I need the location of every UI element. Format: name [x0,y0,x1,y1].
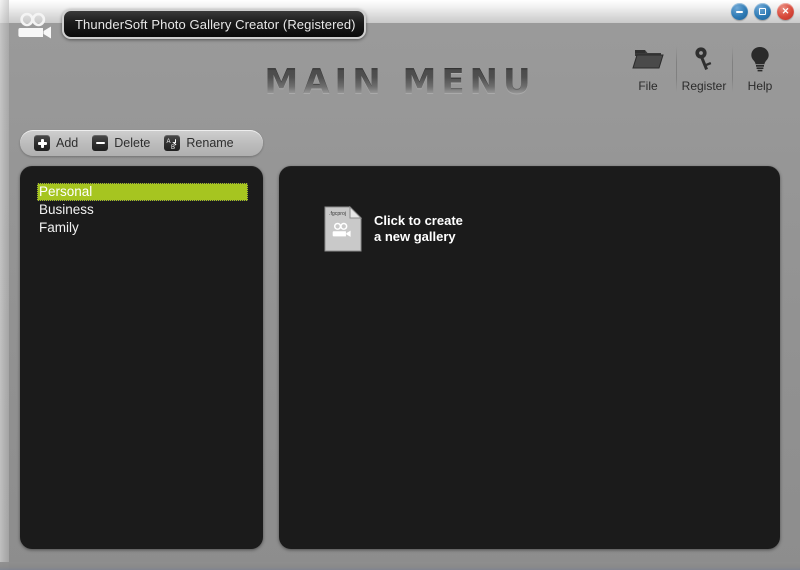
register-button[interactable]: Register [676,42,732,93]
application-window: ✕ ThunderSoft Photo Gallery Creator (Reg… [0,0,800,570]
plus-icon [34,135,50,151]
gallery-list-panel: Personal Business Family [20,166,263,549]
create-gallery-line-1: Click to create [374,213,463,228]
folder-icon [631,42,665,76]
rename-button-label: Rename [186,136,234,150]
create-gallery-line-2: a new gallery [374,229,456,244]
gallery-list-toolbar: Add Delete A B Rename [20,130,263,156]
rename-ab-icon: A B [164,135,181,151]
bottom-edge-strip [0,562,800,570]
file-extension-label: .fgcproj [329,211,346,217]
help-button-label: Help [747,79,773,93]
close-button[interactable]: ✕ [777,3,794,20]
list-item[interactable]: Business [37,201,248,219]
register-button-label: Register [681,79,727,93]
app-logo-icon [17,12,55,42]
close-icon: ✕ [781,6,790,16]
create-gallery-text: Click to create a new gallery [374,213,463,245]
delete-button[interactable]: Delete [92,135,150,151]
add-button-label: Add [56,136,79,150]
create-new-gallery-button[interactable]: .fgcproj Click to create a new gallery [324,205,463,252]
file-button-label: File [638,79,658,93]
maximize-button[interactable] [754,3,771,20]
rename-button[interactable]: A B Rename [164,135,234,151]
window-title-text: ThunderSoft Photo Gallery Creator (Regis… [75,16,356,32]
lightbulb-icon [747,42,773,76]
window-title-pill: ThunderSoft Photo Gallery Creator (Regis… [62,9,366,39]
list-item[interactable]: Family [37,219,248,237]
gallery-list[interactable]: Personal Business Family [37,183,248,237]
minus-icon [92,135,109,151]
maximize-icon [754,3,771,20]
key-icon [689,42,719,76]
delete-button-label: Delete [114,136,151,150]
top-toolbar: File Register Help [620,42,788,93]
fgcproj-file-icon: .fgcproj [324,205,363,252]
svg-text:A: A [166,139,170,145]
window-controls: ✕ [731,3,794,20]
add-button[interactable]: Add [34,135,78,151]
svg-text:B: B [171,145,175,150]
list-item[interactable]: Personal [37,183,248,201]
minimize-button[interactable] [731,3,748,20]
minimize-icon [731,3,748,20]
gallery-content-panel: .fgcproj Click to create a new gallery [279,166,780,549]
help-button[interactable]: Help [732,42,788,93]
file-button[interactable]: File [620,42,676,93]
